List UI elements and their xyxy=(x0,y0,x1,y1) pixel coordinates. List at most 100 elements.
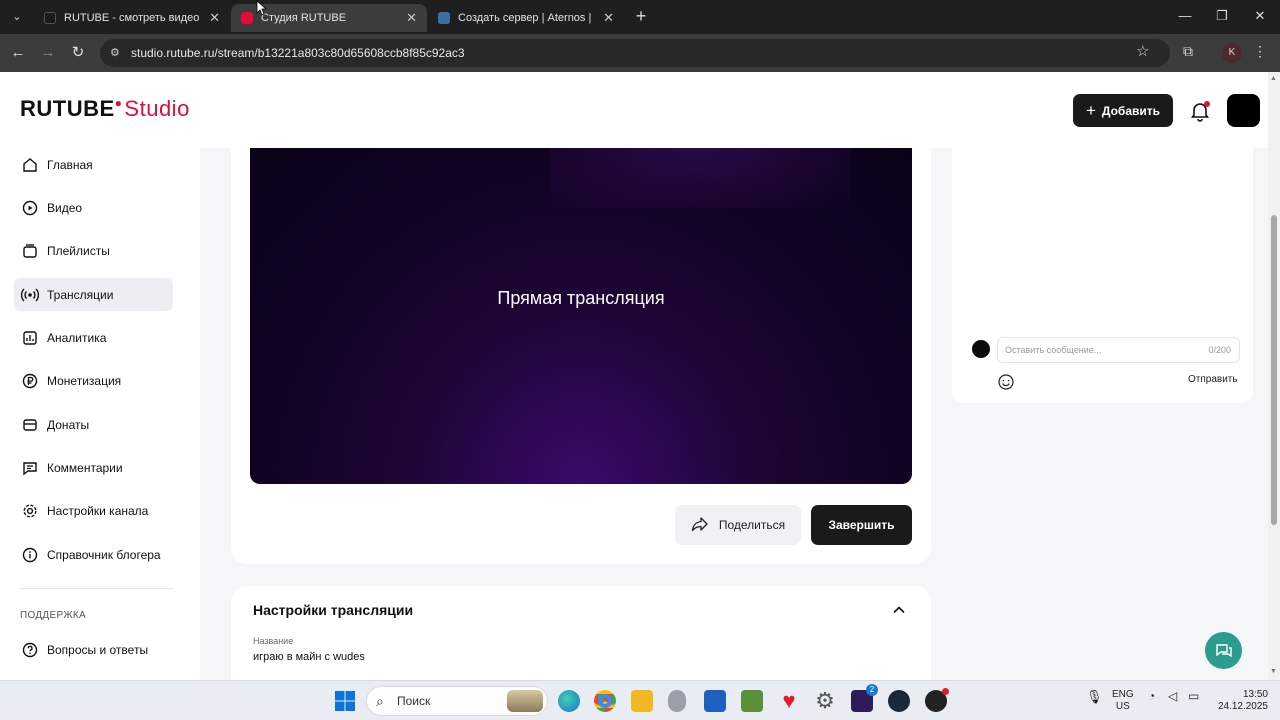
stream-preview[interactable]: Прямая трансляция xyxy=(250,148,912,484)
heart-app-icon[interactable]: ♥ xyxy=(778,690,800,712)
microphone-icon[interactable]: 🎙 xyxy=(1086,689,1103,705)
bookmark-star-icon[interactable]: ☆ xyxy=(1136,42,1149,60)
sidebar-item-comments[interactable]: Комментарии xyxy=(14,451,173,484)
sidebar-item-blogger-guide[interactable]: Справочник блогера xyxy=(14,538,173,571)
edge-browser-icon[interactable] xyxy=(558,690,580,712)
rutube-studio-logo[interactable]: RUTUBE●Studio xyxy=(20,96,190,122)
add-button[interactable]: + Добавить xyxy=(1073,94,1173,127)
end-stream-button[interactable]: Завершить xyxy=(811,505,912,545)
minimize-window-icon[interactable]: — xyxy=(1175,8,1195,23)
close-tab-icon[interactable]: ✕ xyxy=(603,10,614,26)
sidebar-item-label: Монетизация xyxy=(47,373,122,388)
search-icon: ⌕ xyxy=(376,693,384,709)
support-chat-button[interactable] xyxy=(1205,632,1242,669)
emoji-icon[interactable] xyxy=(997,373,1015,391)
close-tab-icon[interactable]: ✕ xyxy=(406,10,417,26)
sidebar-item-channel-settings[interactable]: Настройки канала xyxy=(14,494,173,527)
store-icon[interactable] xyxy=(704,690,726,712)
mouse-app-icon[interactable] xyxy=(668,690,686,712)
plus-icon: + xyxy=(1085,100,1096,120)
reload-button[interactable]: ↻ xyxy=(68,43,88,63)
close-window-icon[interactable]: ✕ xyxy=(1250,8,1270,24)
windows-taskbar: ⌕ Поиск ♥ ⚙ 2 🎙 ENG US ◔ ◁ ▭ 13:50 24.12… xyxy=(0,680,1280,720)
battery-icon[interactable]: ▭ xyxy=(1188,689,1199,703)
page: RUTUBE●Studio + Добавить Главная Видео П… xyxy=(0,72,1268,680)
page-scrollbar[interactable]: ▲ ▼ xyxy=(1268,72,1280,680)
sidebar-item-faq[interactable]: Вопросы и ответы xyxy=(14,633,173,666)
channel-avatar[interactable] xyxy=(1227,94,1260,127)
taskbar-search[interactable]: ⌕ Поиск xyxy=(366,686,548,716)
scroll-down-arrow-icon[interactable]: ▼ xyxy=(1270,668,1277,675)
keyboard-layout: US xyxy=(1115,701,1130,712)
sidebar-item-label: Справочник блогера xyxy=(47,547,161,562)
forward-button[interactable]: → xyxy=(38,43,58,63)
preview-glow xyxy=(550,148,850,208)
app-icon[interactable] xyxy=(925,688,949,712)
profile-avatar[interactable]: K xyxy=(1222,43,1242,63)
extensions-icon[interactable]: ⧉ xyxy=(1178,43,1198,60)
share-button[interactable]: Поделиться xyxy=(675,505,801,545)
chat-user-avatar xyxy=(972,340,990,358)
chevron-up-icon[interactable] xyxy=(891,602,907,618)
chrome-browser-icon[interactable] xyxy=(594,690,616,712)
stream-settings-card xyxy=(231,586,931,680)
video-icon xyxy=(20,198,40,218)
maximize-window-icon[interactable]: ❐ xyxy=(1212,8,1232,24)
obs-app-icon[interactable]: 2 xyxy=(851,684,878,712)
app-notification-badge: 2 xyxy=(866,684,878,696)
send-message-button[interactable]: Отправить xyxy=(1188,374,1238,385)
logo-main-text: RUTUBE xyxy=(20,96,115,121)
sidebar-item-label: Вопросы и ответы xyxy=(47,642,149,657)
sidebar-item-label: Видео xyxy=(47,200,83,215)
notifications-bell-icon[interactable] xyxy=(1188,99,1212,123)
stream-name-value[interactable]: играю в майн с wudes xyxy=(253,651,365,663)
sidebar-divider xyxy=(20,588,173,589)
share-icon xyxy=(691,516,709,535)
rutube-favicon-icon xyxy=(44,12,56,24)
tab-search-button[interactable]: ⌄ xyxy=(6,7,28,27)
stream-name-label: Название xyxy=(253,636,294,646)
sidebar-item-playlists[interactable]: Плейлисты xyxy=(14,234,173,267)
address-bar[interactable]: ⚙ studio.rutube.ru/stream/b13221a803c80d… xyxy=(100,39,1170,67)
support-section-label: ПОДДЕРЖКА xyxy=(20,610,86,621)
search-highlight-image xyxy=(507,690,543,712)
sidebar-item-label: Трансляции xyxy=(47,287,114,302)
scroll-up-arrow-icon[interactable]: ▲ xyxy=(1270,75,1277,82)
sidebar-item-analytics[interactable]: Аналитика xyxy=(14,321,173,354)
close-tab-icon[interactable]: ✕ xyxy=(209,10,220,26)
wifi-icon[interactable]: ◔ xyxy=(1148,689,1155,703)
chat-message-input[interactable]: Оставить сообщение... 0/200 xyxy=(997,337,1240,363)
clock-date: 24.12.2025 xyxy=(1217,701,1268,712)
browser-toolbar: ← → ↻ ⚙ studio.rutube.ru/stream/b13221a8… xyxy=(0,34,1280,72)
language-indicator[interactable]: ENG US xyxy=(1112,689,1134,713)
chat-placeholder: Оставить сообщение... xyxy=(1005,345,1102,355)
tab-title: Студия RUTUBE xyxy=(261,12,347,24)
new-tab-button[interactable]: + xyxy=(630,6,652,27)
browser-menu-icon[interactable]: ⋮ xyxy=(1250,43,1270,60)
scrollbar-thumb[interactable] xyxy=(1271,215,1277,525)
minecraft-icon[interactable] xyxy=(741,690,763,712)
site-info-icon[interactable]: ⚙ xyxy=(110,39,120,67)
tab-title: Создать сервер | Aternos | Бес xyxy=(458,12,595,24)
sidebar-item-video[interactable]: Видео xyxy=(14,191,173,224)
chat-char-counter: 0/200 xyxy=(1208,345,1231,355)
steam-icon[interactable] xyxy=(888,690,910,712)
language-code: ENG xyxy=(1112,689,1134,700)
broadcast-icon xyxy=(20,285,40,305)
sidebar-item-monetization[interactable]: Монетизация xyxy=(14,364,173,397)
windows-start-icon[interactable] xyxy=(334,690,356,712)
file-explorer-icon[interactable] xyxy=(631,690,653,712)
browser-tab-bar: ⌄ RUTUBE - смотреть видео онл ✕ Студия R… xyxy=(0,0,1280,34)
clock-time: 13:50 xyxy=(1242,689,1268,700)
clock[interactable]: 13:50 24.12.2025 xyxy=(1212,689,1268,713)
sidebar-item-home[interactable]: Главная xyxy=(14,148,173,181)
studio-favicon-icon xyxy=(241,12,253,24)
volume-icon[interactable]: ◁ xyxy=(1168,689,1177,703)
mouse-cursor-icon xyxy=(256,0,268,21)
sidebar-item-broadcasts[interactable]: Трансляции xyxy=(14,278,173,311)
settings-gear-icon[interactable]: ⚙ xyxy=(814,690,836,712)
sidebar-item-donations[interactable]: Донаты xyxy=(14,408,173,441)
browser-tab-rutube[interactable]: RUTUBE - смотреть видео онл ✕ xyxy=(34,4,230,32)
back-button[interactable]: ← xyxy=(8,43,28,63)
browser-tab-aternos[interactable]: Создать сервер | Aternos | Бес ✕ xyxy=(428,4,624,32)
